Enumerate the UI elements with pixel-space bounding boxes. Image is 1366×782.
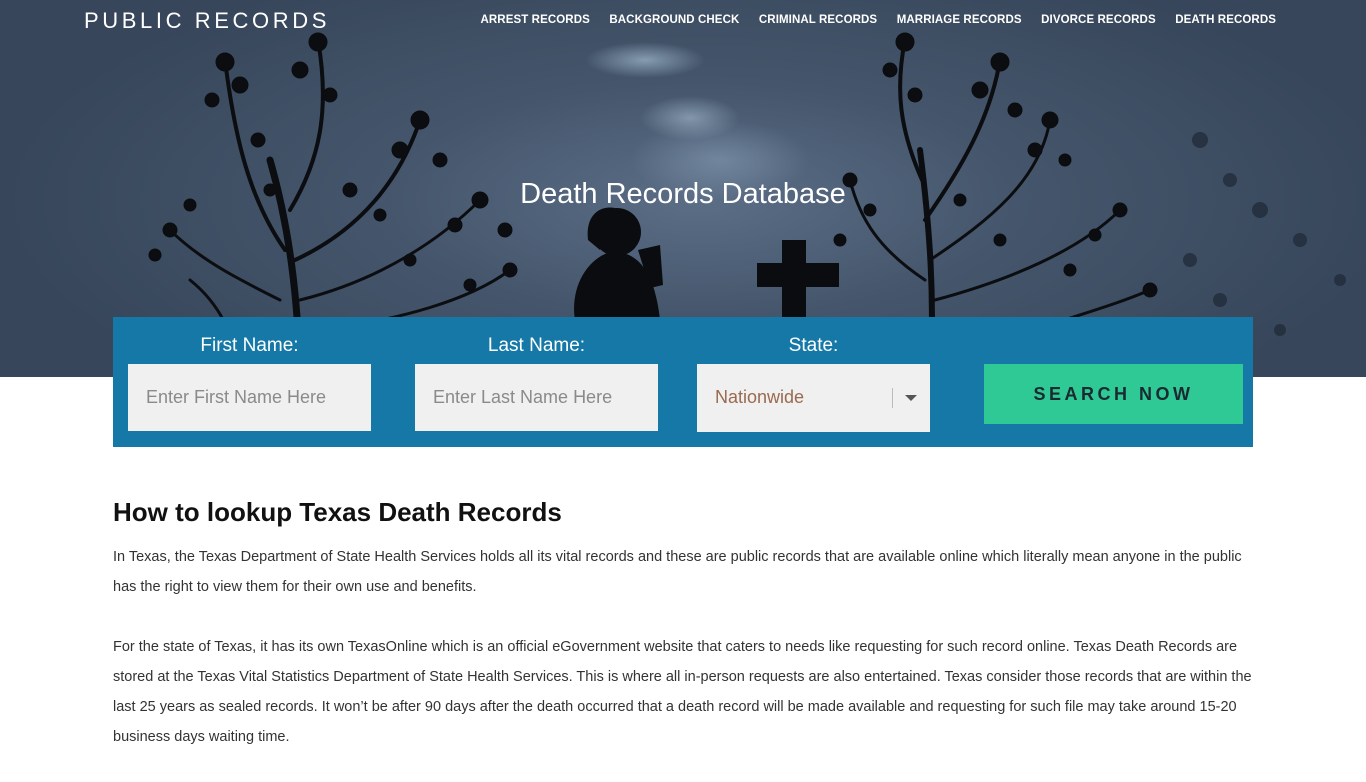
article-content: How to lookup Texas Death Records In Tex… <box>113 497 1253 782</box>
last-name-input[interactable] <box>415 364 658 431</box>
search-now-button[interactable]: SEARCH NOW <box>984 364 1243 424</box>
article-heading: How to lookup Texas Death Records <box>113 497 562 527</box>
state-selected-value: Nationwide <box>715 387 805 407</box>
article-paragraph: For the state of Texas, it has its own T… <box>113 639 1252 745</box>
first-name-label: First Name: <box>200 335 299 356</box>
site-logo[interactable]: PUBLIC RECORDS <box>84 8 330 34</box>
nav-criminal-records[interactable]: CRIMINAL RECORDS <box>759 14 877 26</box>
nav-death-records[interactable]: DEATH RECORDS <box>1175 14 1276 26</box>
chevron-down-icon[interactable] <box>905 395 917 401</box>
nav-background-check[interactable]: BACKGROUND CHECK <box>609 14 739 26</box>
state-label: State: <box>788 335 839 356</box>
main-navigation: ARREST RECORDS BACKGROUND CHECK CRIMINAL… <box>461 14 1276 26</box>
nav-divorce-records[interactable]: DIVORCE RECORDS <box>1041 14 1156 26</box>
last-name-label: Last Name: <box>487 335 586 356</box>
nav-marriage-records[interactable]: MARRIAGE RECORDS <box>897 14 1022 26</box>
search-form: First Name: Last Name: State: Nationwide… <box>113 317 1253 447</box>
article-paragraph: In Texas, the Texas Department of State … <box>113 549 1242 595</box>
state-select[interactable]: Nationwide <box>697 364 930 432</box>
first-name-input[interactable] <box>128 364 371 431</box>
select-separator <box>892 388 893 408</box>
hero-title: Death Records Database <box>520 178 846 210</box>
nav-arrest-records[interactable]: ARREST RECORDS <box>480 14 589 26</box>
